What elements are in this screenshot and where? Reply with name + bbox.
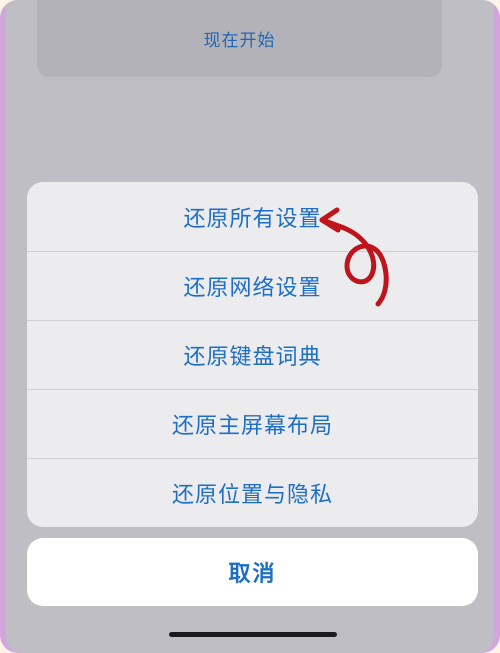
reset-home-screen-layout-button[interactable]: 还原主屏幕布局	[27, 389, 478, 458]
action-sheet: 还原所有设置 还原网络设置 还原键盘词典 还原主屏幕布局 还原位置与隐私	[27, 182, 478, 527]
reset-all-settings-button[interactable]: 还原所有设置	[27, 182, 478, 251]
reset-location-privacy-button[interactable]: 还原位置与隐私	[27, 458, 478, 527]
phone-screen: 现在开始 还原所有设置 还原网络设置 还原键盘词典 还原主屏幕布局 还原位置与隐…	[6, 0, 494, 653]
reset-keyboard-dictionary-button[interactable]: 还原键盘词典	[27, 320, 478, 389]
home-indicator[interactable]	[169, 632, 337, 637]
photo-frame: 现在开始 还原所有设置 还原网络设置 还原键盘词典 还原主屏幕布局 还原位置与隐…	[0, 0, 500, 653]
start-now-card[interactable]: 现在开始	[37, 0, 442, 77]
start-now-label: 现在开始	[203, 31, 276, 51]
reset-network-settings-button[interactable]: 还原网络设置	[27, 251, 478, 320]
cancel-button[interactable]: 取消	[27, 538, 478, 606]
